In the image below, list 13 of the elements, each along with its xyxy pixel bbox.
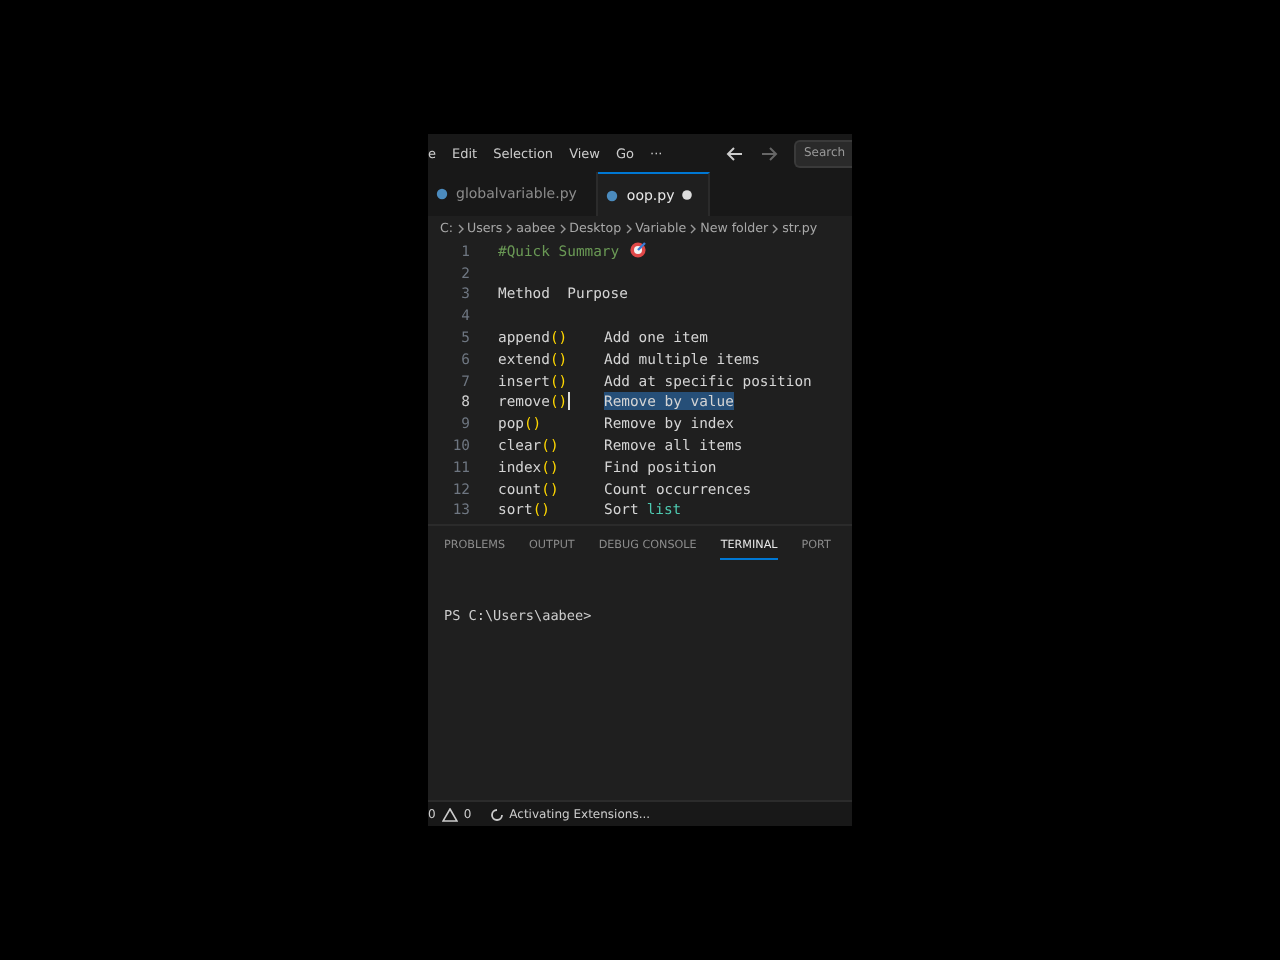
chevron-icon — [506, 223, 513, 233]
chevron-icon — [559, 223, 566, 233]
python-file-icon — [436, 188, 448, 200]
warning-icon — [441, 807, 458, 821]
chevron-icon — [457, 223, 464, 233]
chevron-icon — [772, 223, 779, 233]
chevron-icon — [625, 223, 632, 233]
back-arrow-icon[interactable] — [726, 145, 744, 161]
python-file-icon — [606, 189, 619, 201]
forward-arrow-icon[interactable] — [760, 145, 778, 161]
chevron-icon — [690, 223, 697, 233]
unsaved-dot-icon — [682, 190, 693, 200]
spinner-icon — [489, 807, 504, 821]
